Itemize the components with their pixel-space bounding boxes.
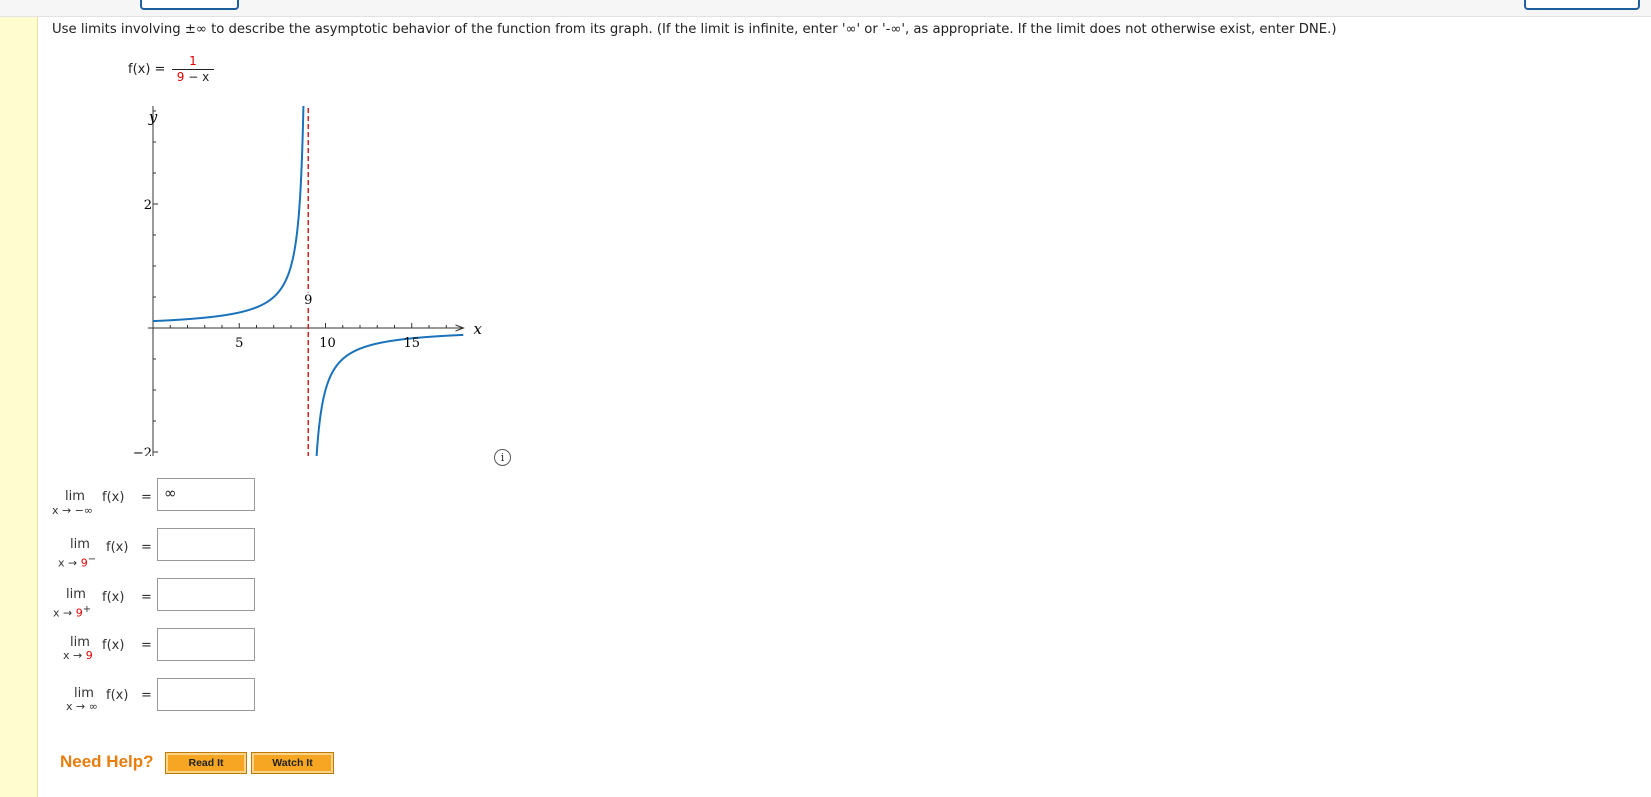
equals-sign: = [141,688,152,703]
subscript-text: x → [58,556,81,570]
need-help-label: Need Help? [60,752,154,771]
limit-row-9-right: lim x → 9+ f(x) = [0,578,270,620]
y-tick-label: −2 [133,446,152,456]
subscript-side: − [87,554,97,565]
function-lhs: f(x) = [128,62,166,77]
lim-function: f(x) [102,638,125,653]
subscript-side: + [82,604,92,615]
x-tick-label: 10 [319,336,336,351]
graph-axes [147,106,465,456]
subscript-text: x → [53,606,76,620]
lim-subscript: x → 9− [58,554,96,570]
fraction-numerator: 1 [189,54,197,68]
lim-text: lim [65,489,85,504]
subscript-text: x → ∞ [66,700,98,713]
info-icon[interactable]: i [494,449,511,466]
lim-function: f(x) [106,688,129,703]
answer-input-3[interactable] [157,578,255,611]
answer-input-1[interactable]: ∞ [157,478,255,511]
top-button-left[interactable] [140,0,239,10]
read-it-button[interactable]: Read It [165,752,247,774]
curve-left-branch [152,106,305,323]
x-axis-label: x [474,320,483,338]
subscript-value: 9 [80,556,88,570]
subscript-value: 9 [75,606,83,620]
subscript-text: x → [63,649,86,662]
function-graph: 9 y x 5 10 15 6 4 2 −2 −4 [133,106,483,456]
lim-text: lim [70,537,90,552]
limit-row-9: lim x → 9 f(x) = [0,628,270,668]
y-tick-labels: 6 4 2 −2 −4 [133,198,152,456]
limit-row-pos-infinity: lim x → ∞ f(x) = [0,678,270,718]
x-tick-label: 5 [235,336,243,351]
lim-text: lim [70,635,90,650]
lim-text: lim [74,686,94,701]
answer-input-5[interactable] [157,678,255,711]
question-instructions: Use limits involving ±∞ to describe the … [52,22,1337,37]
lim-subscript: x → −∞ [52,504,93,517]
subscript-text: x → −∞ [52,504,94,517]
equals-sign: = [141,590,152,605]
lim-subscript: x → 9 [63,649,93,662]
function-fraction: 1 9 − x [172,55,214,84]
limit-row-9-left: lim x → 9− f(x) = [0,528,270,570]
top-button-right[interactable] [1524,0,1640,10]
lim-function: f(x) [106,540,129,555]
equals-sign: = [141,540,152,555]
lim-function: f(x) [102,590,125,605]
lim-subscript: x → ∞ [66,700,98,713]
y-axis-label: y [148,108,158,126]
y-tick-label: 2 [144,198,152,213]
equals-sign: = [141,490,152,505]
fraction-denominator: 9 − x [172,71,214,84]
curve-right-branch [315,333,464,456]
subscript-value: 9 [85,649,93,662]
limit-row-neg-infinity: lim x → −∞ f(x) = ∞ [0,478,270,518]
denominator-rest: − x [184,70,210,84]
x-tick-labels: 5 10 15 [235,336,420,351]
lim-text: lim [66,587,86,602]
answer-input-2[interactable] [157,528,255,561]
asymptote-label: 9 [304,293,312,308]
lim-subscript: x → 9+ [53,604,91,620]
watch-it-button[interactable]: Watch It [251,752,334,774]
top-bar [0,0,1651,17]
x-tick-label: 15 [403,336,420,351]
lim-function: f(x) [102,490,125,505]
equals-sign: = [141,638,152,653]
answer-input-4[interactable] [157,628,255,661]
